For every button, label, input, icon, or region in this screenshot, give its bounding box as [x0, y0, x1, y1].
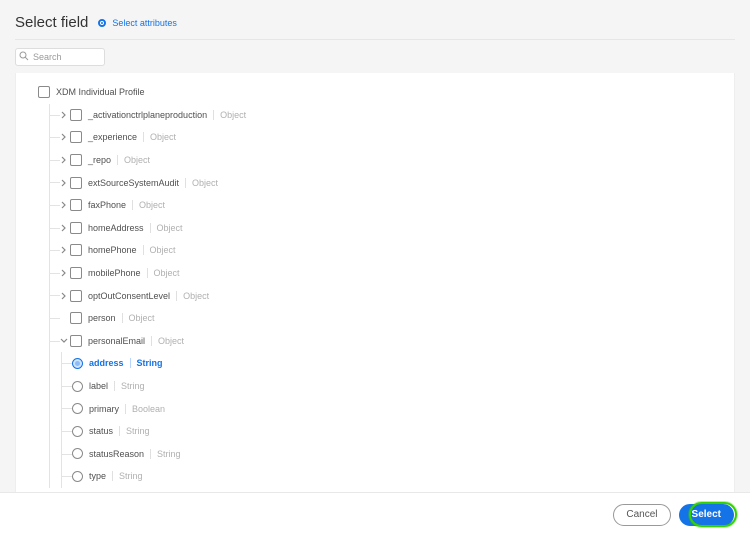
- page-title: Select field: [15, 14, 88, 31]
- tree-field-node[interactable]: statusReason String: [62, 443, 724, 466]
- radio-icon[interactable]: [72, 358, 83, 369]
- node-label: _repo: [88, 155, 111, 165]
- chevron-right-icon[interactable]: [60, 269, 68, 277]
- node-type: Object: [213, 110, 246, 120]
- checkbox-icon[interactable]: [70, 177, 82, 189]
- dialog-footer: Cancel Select: [0, 492, 750, 536]
- node-label: _activationctrlplaneproduction: [88, 110, 207, 120]
- chevron-right-icon[interactable]: [60, 224, 68, 232]
- checkbox-icon[interactable]: [70, 267, 82, 279]
- node-type: String: [114, 381, 145, 391]
- chevron-down-icon[interactable]: [60, 337, 68, 345]
- node-type: Object: [132, 200, 165, 210]
- tree-field-node[interactable]: primary Boolean: [62, 397, 724, 420]
- radio-icon[interactable]: [72, 471, 83, 482]
- step-indicator-icon: [98, 19, 106, 27]
- node-type: String: [119, 426, 150, 436]
- node-label: extSourceSystemAudit: [88, 178, 179, 188]
- checkbox-icon[interactable]: [70, 312, 82, 324]
- tree-object-node[interactable]: person Object: [50, 307, 724, 330]
- node-type: String: [112, 471, 143, 481]
- checkbox-icon[interactable]: [70, 131, 82, 143]
- schema-tree[interactable]: XDM Individual Profile _activationctrlpl…: [15, 73, 735, 493]
- node-type: Boolean: [125, 404, 165, 414]
- tree-object-node[interactable]: _experience Object: [50, 126, 724, 149]
- checkbox-icon[interactable]: [70, 154, 82, 166]
- node-label: address: [89, 358, 124, 368]
- tree-object-node[interactable]: extSourceSystemAudit Object: [50, 171, 724, 194]
- node-type: Object: [117, 155, 150, 165]
- node-label: faxPhone: [88, 200, 126, 210]
- node-type: Object: [147, 268, 180, 278]
- node-label: statusReason: [89, 449, 144, 459]
- tree-field-node[interactable]: status String: [62, 420, 724, 443]
- tree-object-node[interactable]: homeAddress Object: [50, 217, 724, 240]
- chevron-right-icon[interactable]: [60, 201, 68, 209]
- node-type: Object: [143, 245, 176, 255]
- dialog-header: Select field Select attributes: [15, 10, 735, 40]
- checkbox-icon[interactable]: [70, 290, 82, 302]
- tree-object-node[interactable]: personalEmail Object: [50, 330, 724, 353]
- checkbox-icon[interactable]: [70, 244, 82, 256]
- node-type: Object: [143, 132, 176, 142]
- chevron-right-icon[interactable]: [60, 246, 68, 254]
- node-type: Object: [150, 223, 183, 233]
- tree-object-node[interactable]: _repo Object: [50, 149, 724, 172]
- tree-field-node[interactable]: address String: [62, 352, 724, 375]
- tree-object-node[interactable]: _activationctrlplaneproduction Object: [50, 104, 724, 127]
- radio-icon[interactable]: [72, 426, 83, 437]
- search-field[interactable]: [15, 47, 105, 66]
- checkbox-icon[interactable]: [70, 199, 82, 211]
- spacer: [60, 314, 68, 322]
- node-label: primary: [89, 404, 119, 414]
- breadcrumb: Select attributes: [98, 18, 177, 28]
- node-label: mobilePhone: [88, 268, 141, 278]
- node-label: optOutConsentLevel: [88, 291, 170, 301]
- node-type: Object: [122, 313, 155, 323]
- node-label: _experience: [88, 132, 137, 142]
- node-label: label: [89, 381, 108, 391]
- node-type: Object: [176, 291, 209, 301]
- chevron-right-icon[interactable]: [60, 179, 68, 187]
- checkbox-icon[interactable]: [70, 222, 82, 234]
- node-label: homeAddress: [88, 223, 144, 233]
- node-label: homePhone: [88, 245, 137, 255]
- tree-root[interactable]: XDM Individual Profile: [38, 81, 724, 104]
- node-label: person: [88, 313, 116, 323]
- node-type: Object: [151, 336, 184, 346]
- node-label: type: [89, 471, 106, 481]
- radio-icon[interactable]: [72, 448, 83, 459]
- chevron-right-icon[interactable]: [60, 156, 68, 164]
- cancel-button[interactable]: Cancel: [613, 504, 670, 526]
- chevron-right-icon[interactable]: [60, 133, 68, 141]
- tree-field-node[interactable]: type String: [62, 465, 724, 488]
- radio-icon[interactable]: [72, 403, 83, 414]
- radio-icon[interactable]: [72, 381, 83, 392]
- node-label: status: [89, 426, 113, 436]
- node-type: Object: [185, 178, 218, 188]
- tree-object-node[interactable]: faxPhone Object: [50, 194, 724, 217]
- node-type: String: [150, 449, 181, 459]
- tree-object-node[interactable]: homePhone Object: [50, 239, 724, 262]
- node-label: XDM Individual Profile: [56, 87, 145, 97]
- tree-field-node[interactable]: label String: [62, 375, 724, 398]
- chevron-right-icon[interactable]: [60, 111, 68, 119]
- checkbox-icon[interactable]: [70, 109, 82, 121]
- select-button[interactable]: Select: [679, 504, 734, 526]
- chevron-right-icon[interactable]: [60, 292, 68, 300]
- breadcrumb-step-label[interactable]: Select attributes: [112, 18, 177, 28]
- node-type: String: [130, 358, 163, 368]
- tree-object-node[interactable]: mobilePhone Object: [50, 262, 724, 285]
- checkbox-icon[interactable]: [38, 86, 50, 98]
- node-label: personalEmail: [88, 336, 145, 346]
- checkbox-icon[interactable]: [70, 335, 82, 347]
- tree-object-node[interactable]: optOutConsentLevel Object: [50, 284, 724, 307]
